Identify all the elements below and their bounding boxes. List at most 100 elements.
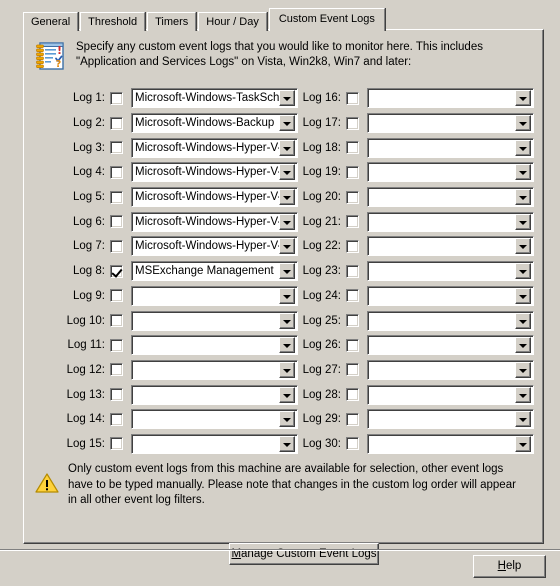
help-button[interactable]: Help bbox=[473, 555, 546, 578]
chevron-down-icon[interactable] bbox=[515, 287, 531, 304]
log-row: Log 20: bbox=[289, 185, 534, 210]
log-name-combobox[interactable]: Microsoft-Windows-Hyper-V- bbox=[131, 211, 298, 232]
chevron-down-icon[interactable] bbox=[515, 263, 531, 280]
log-name-value: Microsoft-Windows-Hyper-V- bbox=[135, 215, 279, 228]
log-enable-checkbox[interactable] bbox=[110, 190, 123, 204]
log-name-combobox[interactable] bbox=[131, 285, 298, 306]
log-name-combobox[interactable]: Microsoft-Windows-Hyper-V- bbox=[131, 137, 298, 158]
chevron-down-icon[interactable] bbox=[515, 189, 531, 206]
chevron-down-icon[interactable] bbox=[515, 361, 531, 378]
log-enable-checkbox[interactable] bbox=[346, 412, 359, 426]
log-enable-checkbox[interactable] bbox=[110, 239, 123, 253]
chevron-down-icon[interactable] bbox=[515, 139, 531, 156]
log-enable-checkbox[interactable] bbox=[110, 437, 123, 451]
log-name-combobox[interactable]: Microsoft-Windows-Hyper-V- bbox=[131, 236, 298, 257]
tab-timers[interactable]: Timers bbox=[147, 12, 197, 31]
log-name-combobox[interactable] bbox=[131, 310, 298, 331]
log-enable-checkbox[interactable] bbox=[346, 215, 359, 229]
log-enable-checkbox[interactable] bbox=[346, 388, 359, 402]
chevron-down-icon[interactable] bbox=[515, 115, 531, 132]
log-name-combobox[interactable] bbox=[367, 335, 534, 356]
log-name-combobox[interactable] bbox=[367, 162, 534, 183]
log-row: Log 4: Microsoft-Windows-Hyper-V- bbox=[53, 160, 298, 185]
log-enable-checkbox[interactable] bbox=[346, 239, 359, 253]
log-name-combobox[interactable] bbox=[367, 359, 534, 380]
log-enable-checkbox[interactable] bbox=[346, 437, 359, 451]
tab-threshold[interactable]: Threshold bbox=[80, 12, 146, 31]
log-name-combobox[interactable] bbox=[367, 384, 534, 405]
log-enable-checkbox[interactable] bbox=[110, 363, 123, 377]
chevron-down-icon[interactable] bbox=[515, 435, 531, 452]
log-row: Log 10: bbox=[53, 308, 298, 333]
log-name-combobox[interactable] bbox=[367, 409, 534, 430]
log-row: Log 29: bbox=[289, 407, 534, 432]
log-row: Log 1: Microsoft-Windows-TaskSche bbox=[53, 86, 298, 111]
log-row: Log 17: bbox=[289, 111, 534, 136]
manage-custom-event-logs-button[interactable]: Manage Custom Event Logs bbox=[229, 543, 379, 565]
log-label: Log 4: bbox=[73, 166, 105, 179]
log-enable-checkbox[interactable] bbox=[346, 190, 359, 204]
tab-custom-event-logs[interactable]: Custom Event Logs bbox=[268, 8, 385, 31]
log-enable-checkbox[interactable] bbox=[346, 165, 359, 179]
log-name-combobox[interactable] bbox=[367, 433, 534, 454]
chevron-down-icon[interactable] bbox=[515, 164, 531, 181]
tab-strip: General Threshold Timers Hour / Day Custom E… bbox=[23, 8, 387, 31]
log-row: Log 6: Microsoft-Windows-Hyper-V- bbox=[53, 209, 298, 234]
header-note: ! ? Specify any custom event logs that y… bbox=[34, 39, 534, 72]
log-enable-checkbox[interactable] bbox=[110, 412, 123, 426]
log-name-combobox[interactable] bbox=[367, 88, 534, 109]
log-enable-checkbox[interactable] bbox=[346, 338, 359, 352]
log-label: Log 23: bbox=[302, 265, 341, 278]
log-name-combobox[interactable] bbox=[131, 335, 298, 356]
log-name-combobox[interactable]: Microsoft-Windows-Hyper-V- bbox=[131, 162, 298, 183]
log-name-combobox[interactable] bbox=[367, 236, 534, 257]
log-label: Log 7: bbox=[73, 240, 105, 253]
log-enable-checkbox[interactable] bbox=[346, 264, 359, 278]
tab-general[interactable]: General bbox=[23, 12, 79, 31]
tab-hour-day[interactable]: Hour / Day bbox=[198, 12, 267, 31]
log-name-value: Microsoft-Windows-Hyper-V- bbox=[135, 240, 279, 253]
log-name-combobox[interactable] bbox=[367, 211, 534, 232]
log-enable-checkbox[interactable] bbox=[110, 91, 123, 105]
chevron-down-icon[interactable] bbox=[515, 213, 531, 230]
log-name-combobox[interactable] bbox=[367, 310, 534, 331]
log-enable-checkbox[interactable] bbox=[110, 289, 123, 303]
log-enable-checkbox[interactable] bbox=[346, 314, 359, 328]
log-enable-checkbox[interactable] bbox=[110, 388, 123, 402]
log-enable-checkbox[interactable] bbox=[110, 314, 123, 328]
chevron-down-icon[interactable] bbox=[515, 90, 531, 107]
chevron-down-icon[interactable] bbox=[515, 386, 531, 403]
log-name-combobox[interactable]: Microsoft-Windows-TaskSche bbox=[131, 88, 298, 109]
log-enable-checkbox[interactable] bbox=[110, 338, 123, 352]
log-enable-checkbox[interactable] bbox=[110, 141, 123, 155]
log-name-combobox[interactable] bbox=[131, 384, 298, 405]
log-name-combobox[interactable]: MSExchange Management bbox=[131, 261, 298, 282]
chevron-down-icon[interactable] bbox=[515, 337, 531, 354]
log-label: Log 10: bbox=[66, 314, 105, 327]
log-enable-checkbox[interactable] bbox=[110, 165, 123, 179]
log-name-combobox[interactable] bbox=[367, 187, 534, 208]
log-name-combobox[interactable] bbox=[367, 113, 534, 134]
log-name-combobox[interactable] bbox=[367, 261, 534, 282]
log-enable-checkbox[interactable] bbox=[346, 141, 359, 155]
log-label: Log 6: bbox=[73, 215, 105, 228]
log-enable-checkbox[interactable] bbox=[110, 264, 123, 278]
log-enable-checkbox[interactable] bbox=[346, 116, 359, 130]
log-name-combobox[interactable]: Microsoft-Windows-Backup bbox=[131, 113, 298, 134]
log-name-combobox[interactable] bbox=[131, 359, 298, 380]
log-row: Log 22: bbox=[289, 234, 534, 259]
log-name-combobox[interactable]: Microsoft-Windows-Hyper-V- bbox=[131, 187, 298, 208]
log-name-combobox[interactable] bbox=[367, 137, 534, 158]
log-name-combobox[interactable] bbox=[131, 409, 298, 430]
log-enable-checkbox[interactable] bbox=[346, 91, 359, 105]
log-enable-checkbox[interactable] bbox=[110, 116, 123, 130]
log-enable-checkbox[interactable] bbox=[110, 215, 123, 229]
log-row: Log 27: bbox=[289, 358, 534, 383]
log-enable-checkbox[interactable] bbox=[346, 363, 359, 377]
chevron-down-icon[interactable] bbox=[515, 238, 531, 255]
log-name-combobox[interactable] bbox=[131, 433, 298, 454]
chevron-down-icon[interactable] bbox=[515, 411, 531, 428]
chevron-down-icon[interactable] bbox=[515, 312, 531, 329]
log-enable-checkbox[interactable] bbox=[346, 289, 359, 303]
log-name-combobox[interactable] bbox=[367, 285, 534, 306]
